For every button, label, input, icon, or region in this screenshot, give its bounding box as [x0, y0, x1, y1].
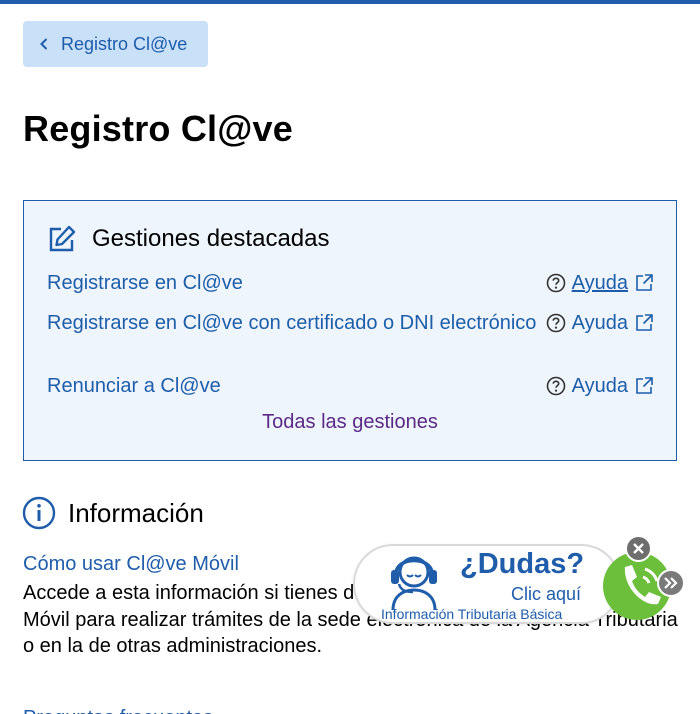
- help-label: Ayuda: [571, 375, 628, 397]
- external-link-icon: [634, 376, 654, 396]
- help-link[interactable]: Ayuda: [546, 373, 654, 399]
- external-link-icon: [634, 273, 654, 293]
- help-link[interactable]: Ayuda: [546, 270, 654, 296]
- help-circle-icon: [546, 376, 566, 396]
- featured-item: Registrarse en Cl@ve Ayuda: [47, 270, 654, 296]
- page-title: Registro Cl@ve: [23, 108, 293, 149]
- all-procedures-link[interactable]: Todas las gestiones: [24, 411, 676, 434]
- help-label: Ayuda: [571, 312, 628, 334]
- external-link-icon: [634, 313, 654, 333]
- featured-item-link[interactable]: Registrarse en Cl@ve: [47, 272, 243, 294]
- featured-item-link[interactable]: Renunciar a Cl@ve: [47, 375, 221, 397]
- chevron-left-icon: [37, 37, 51, 51]
- help-label: Ayuda: [571, 272, 628, 294]
- featured-panel: Gestiones destacadas Registrarse en Cl@v…: [23, 200, 677, 461]
- chevron-right-icon[interactable]: [657, 569, 685, 597]
- close-icon[interactable]: [625, 535, 652, 562]
- back-button-label: Registro Cl@ve: [61, 33, 188, 54]
- help-widget[interactable]: ¿Dudas? Clic aquí Información Tributaria…: [353, 535, 685, 624]
- help-circle-icon: [546, 313, 566, 333]
- next-info-link[interactable]: Preguntas frecuentes: [23, 706, 253, 714]
- featured-item: Registrarse en Cl@ve con certificado o D…: [47, 310, 654, 336]
- top-accent-bar: [0, 0, 700, 4]
- info-icon: [22, 496, 56, 530]
- edit-icon: [47, 224, 77, 254]
- featured-item-link[interactable]: Registrarse en Cl@ve con certificado o D…: [47, 312, 536, 334]
- help-widget-subtitle: Información Tributaria Básica: [381, 606, 563, 622]
- featured-item: Renunciar a Cl@ve Ayuda: [47, 373, 654, 399]
- help-circle-icon: [546, 273, 566, 293]
- featured-header: Gestiones destacadas: [47, 224, 329, 254]
- info-header: Información: [22, 496, 204, 530]
- help-widget-title: ¿Dudas?: [460, 548, 585, 580]
- agent-headset-icon: [379, 548, 449, 612]
- info-title: Información: [68, 497, 204, 528]
- help-widget-click: Clic aquí: [511, 584, 582, 604]
- featured-title: Gestiones destacadas: [92, 225, 330, 252]
- back-button[interactable]: Registro Cl@ve: [23, 21, 208, 67]
- info-link[interactable]: Cómo usar Cl@ve Móvil: [23, 553, 239, 576]
- help-link[interactable]: Ayuda: [546, 310, 654, 336]
